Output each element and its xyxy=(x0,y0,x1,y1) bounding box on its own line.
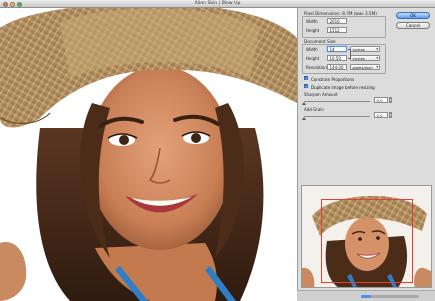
doc-height-unit-label: inches xyxy=(352,56,365,61)
chevron-down-icon: ▾ xyxy=(376,65,378,69)
pixel-height-field[interactable]: 1512 xyxy=(327,27,347,33)
resolution-label: Resolution xyxy=(306,65,327,70)
pixel-width-label: Width xyxy=(306,19,318,24)
add-grain-label: Add Grain xyxy=(304,107,324,112)
cancel-button[interactable]: Cancel xyxy=(396,22,430,29)
constrain-link-icon xyxy=(348,49,351,59)
resolution-field[interactable]: 144.00 xyxy=(327,64,347,70)
zoom-slider[interactable] xyxy=(361,295,419,298)
grain-stepper[interactable]: ▴ ▾ xyxy=(388,112,392,118)
pixel-height-label: Height xyxy=(306,28,320,33)
resolution-unit-label: pixels/inch xyxy=(352,65,373,70)
status-bar xyxy=(297,290,435,301)
close-icon[interactable] xyxy=(3,1,8,7)
navigator-view-frame[interactable] xyxy=(321,199,413,283)
sharpen-slider[interactable] xyxy=(304,101,370,103)
grain-slider-thumb[interactable] xyxy=(301,117,306,120)
doc-height-unit-select[interactable]: inches ▾ xyxy=(350,55,380,61)
chevron-down-icon: ▾ xyxy=(376,47,378,51)
doc-height-label: Height xyxy=(306,56,320,61)
grain-slider[interactable] xyxy=(304,116,370,118)
title-bar: Alien Skin | Blow Up xyxy=(0,0,435,8)
window-title: Alien Skin | Blow Up xyxy=(194,1,241,6)
doc-width-field[interactable]: 14 xyxy=(327,46,347,52)
chevron-down-icon: ▾ xyxy=(376,56,378,60)
doc-width-unit-label: inches xyxy=(352,47,365,52)
zoom-slider-fill xyxy=(361,295,372,298)
doc-width-unit-select[interactable]: inches ▾ xyxy=(350,46,380,52)
doc-height-field[interactable]: 10.50 xyxy=(327,55,347,61)
navigator-thumbnail[interactable] xyxy=(301,185,432,288)
duplicate-image-checkbox[interactable]: ✓ xyxy=(304,84,309,88)
doc-width-label: Width xyxy=(306,47,318,52)
sharpen-slider-thumb[interactable] xyxy=(301,102,306,105)
constrain-proportions-checkbox[interactable]: ✓ xyxy=(304,76,309,80)
constrain-proportions-label: Constrain Proportions xyxy=(311,76,355,82)
sharpen-stepper[interactable]: ▴ ▾ xyxy=(388,97,392,103)
portrait-image xyxy=(0,8,297,301)
resolution-unit-select[interactable]: pixels/inch ▾ xyxy=(350,64,380,70)
minimize-icon[interactable] xyxy=(10,1,15,7)
image-preview[interactable] xyxy=(0,8,297,301)
sharpen-amount-label: Sharpen Amount xyxy=(304,92,338,97)
pixel-width-field[interactable]: 2016 xyxy=(327,18,347,24)
sharpen-amount-field[interactable]: 0.0 xyxy=(374,97,388,103)
duplicate-image-label: Duplicate image before resizing xyxy=(311,84,375,90)
ok-button[interactable]: OK xyxy=(396,12,430,19)
zoom-icon[interactable] xyxy=(17,1,22,7)
add-grain-field[interactable]: 0.0 xyxy=(374,112,388,118)
